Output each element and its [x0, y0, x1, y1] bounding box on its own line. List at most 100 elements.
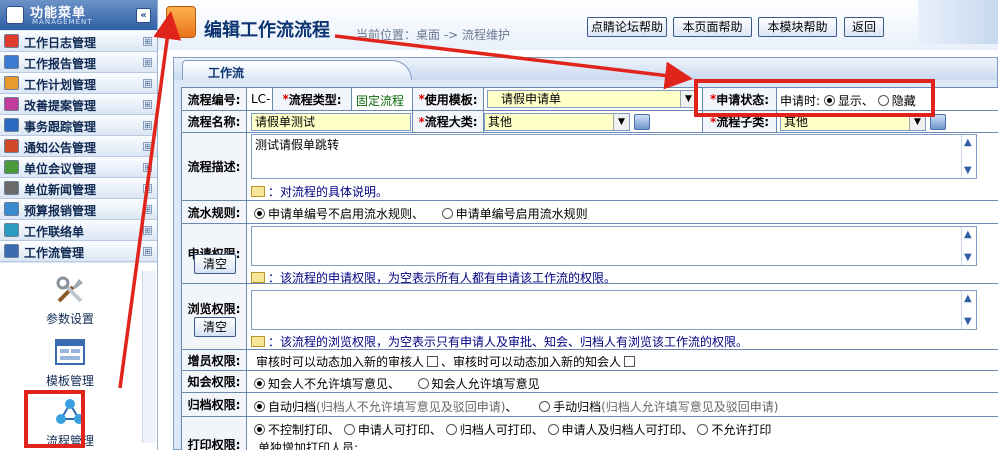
textarea-scrollbar[interactable]: ▲ ▼ [961, 135, 976, 178]
textarea-scrollbar[interactable]: ▲ ▼ [961, 227, 976, 265]
code-value: LC- [251, 92, 271, 106]
add-member-label: 增员权限: [182, 350, 247, 370]
archive-options: 自动归档(归档人不允许填写意见及驳回申请)、 手动归档(归档人允许填写意见及驳回… [254, 398, 778, 415]
book-icon [251, 272, 265, 283]
sidebar-header: 功能菜单 MANAGEMENT « [0, 0, 157, 30]
serial-label: 流水规则: [182, 201, 247, 223]
sidebar-item-label: 改善提案管理 [24, 99, 97, 113]
tab-label: 工作流 [208, 66, 245, 80]
tool-template-management[interactable]: 模板管理 [20, 337, 120, 389]
sidebar-item-label: 工作日志管理 [24, 36, 97, 50]
type-label: * 流程类型: [272, 88, 352, 110]
print-archiver-label: 归档人可打印、 [459, 423, 544, 437]
add-member-options: 审核时可以动态加入新的审核人 、审核时可以动态加入新的知会人 [256, 353, 638, 370]
category-select[interactable]: 其他 ▼ [484, 113, 630, 131]
annotation-box-flow-management [24, 390, 85, 448]
expand-icon[interactable]: ⊞ [143, 247, 152, 256]
sidebar-item-8[interactable]: 预算报销管理 ⊞ [0, 199, 157, 220]
dictionary-edit-icon[interactable] [634, 114, 650, 130]
expand-icon[interactable]: ⊞ [143, 142, 152, 151]
sidebar-item-label: 单位会议管理 [24, 162, 97, 176]
chevron-down-icon[interactable]: ▼ [613, 114, 629, 130]
sidebar-item-2[interactable]: 工作计划管理 ⊞ [0, 73, 157, 94]
tracking-icon [4, 118, 19, 132]
print-archiver-radio[interactable] [445, 424, 457, 435]
page-help-button[interactable]: 本页面帮助 [673, 17, 752, 37]
forum-help-button[interactable]: 点睛论坛帮助 [587, 17, 667, 37]
textarea-scrollbar[interactable]: ▲ ▼ [961, 291, 976, 329]
type-value: 固定流程 [356, 94, 405, 108]
expand-icon[interactable]: ⊞ [143, 121, 152, 130]
sidebar-item-0[interactable]: 工作日志管理 ⊞ [0, 31, 157, 52]
view-clear-button[interactable]: 清空 [194, 317, 236, 337]
serial-options: 申请单编号不启用流水规则、 申请单编号启用流水规则 [254, 205, 588, 222]
subcategory-selected: 其他 [784, 115, 809, 129]
module-help-button[interactable]: 本模块帮助 [758, 17, 837, 37]
archive-auto-label: 自动归档 [268, 400, 317, 414]
tab-workflow[interactable]: 工作流 [182, 60, 412, 80]
add-notifier-label: 、审核时可以动态加入新的知会人 [441, 355, 622, 369]
add-reviewer-checkbox[interactable] [427, 356, 439, 367]
workflow-icon [4, 244, 19, 258]
expand-icon[interactable]: ⊞ [143, 79, 152, 88]
serial-on-radio[interactable] [441, 208, 453, 219]
template-label: * 使用模板: [412, 88, 484, 110]
apply-permission-textarea[interactable]: ▲ ▼ [251, 226, 977, 266]
expand-icon[interactable]: ⊞ [143, 58, 152, 67]
sidebar-item-3[interactable]: 改善提案管理 ⊞ [0, 94, 157, 115]
book-icon [251, 186, 265, 197]
template-select[interactable]: 请假申请单 ▼ [487, 90, 697, 108]
notify-opinion-radio[interactable] [417, 378, 429, 389]
expand-icon[interactable]: ⊞ [143, 100, 152, 109]
apply-clear-button[interactable]: 清空 [194, 254, 236, 274]
description-hint: ：对流程的具体说明。 [251, 183, 388, 200]
page-title: 编辑工作流流程 [204, 20, 330, 41]
print-applicant-radio[interactable] [343, 424, 355, 435]
print-none-radio[interactable] [697, 424, 709, 435]
back-button[interactable]: 返回 [844, 17, 884, 37]
sidebar-item-9[interactable]: 工作联络单 ⊞ [0, 220, 157, 241]
print-extra-label: 单独增加打印人员: [258, 441, 359, 450]
workflow-form: 流程编号: LC- * 流程类型: 固定流程 * 使用模板: 请假申请单 ▼ * 申请状… [181, 87, 998, 450]
form-row-add-member: 增员权限: 审核时可以动态加入新的审核人 、审核时可以动态加入新的知会人 [182, 350, 998, 371]
serial-on-label: 申请单编号启用流水规则 [455, 207, 588, 221]
view-permission-textarea[interactable]: ▲ ▼ [251, 290, 977, 330]
sidebar-item-4[interactable]: 事务跟踪管理 ⊞ [0, 115, 157, 136]
print-no-control-radio[interactable] [254, 424, 265, 435]
archive-manual-radio[interactable] [539, 401, 551, 412]
expand-icon[interactable]: ⊞ [143, 163, 152, 172]
sidebar-item-label: 工作报告管理 [24, 57, 97, 71]
menu-logo-icon [6, 6, 24, 24]
sidebar-item-7[interactable]: 单位新闻管理 ⊞ [0, 178, 157, 199]
tool-parameter-settings[interactable]: 参数设置 [20, 275, 120, 327]
archive-auto-radio[interactable] [254, 401, 265, 412]
sidebar-item-6[interactable]: 单位会议管理 ⊞ [0, 157, 157, 178]
serial-off-radio[interactable] [254, 208, 265, 219]
sidebar: 功能菜单 MANAGEMENT « 工作日志管理 ⊞ 工作报告管理 ⊞ 工作计划管理 ⊞ 改… [0, 0, 158, 450]
notify-no-opinion-radio[interactable] [254, 378, 265, 389]
expand-icon[interactable]: ⊞ [143, 226, 152, 235]
print-no-control-label: 不控制打印、 [268, 423, 341, 437]
sidebar-item-1[interactable]: 工作报告管理 ⊞ [0, 52, 157, 73]
category-label: * 流程大类: [412, 111, 484, 132]
budget-icon [4, 202, 19, 216]
template-window-icon [55, 339, 85, 365]
expand-icon[interactable]: ⊞ [143, 37, 152, 46]
form-row-description: 流程描述: 测试请假单跳转 ▲ ▼ ：对流程的具体说明。 [182, 133, 998, 201]
submenu-scrollbar[interactable] [142, 271, 156, 443]
print-both-radio[interactable] [547, 424, 559, 435]
sidebar-item-10[interactable]: 工作流管理 ⊞ [0, 241, 157, 262]
workflow-edit-icon [166, 6, 196, 38]
proposal-icon [4, 97, 19, 111]
expand-icon[interactable]: ⊞ [143, 205, 152, 214]
sidebar-item-5[interactable]: 通知公告管理 ⊞ [0, 136, 157, 157]
expand-icon[interactable]: ⊞ [143, 184, 152, 193]
name-input[interactable]: 请假单测试 [251, 113, 411, 131]
description-textarea[interactable]: 测试请假单跳转 ▲ ▼ [251, 134, 977, 179]
report-chart-icon [4, 55, 19, 69]
name-label: 流程名称: [182, 111, 247, 132]
template-selected: 请假申请单 [501, 92, 562, 106]
add-notifier-checkbox[interactable] [624, 356, 636, 367]
archive-auto-note: (归档人不允许填写意见及驳回申请) [316, 400, 506, 414]
collapse-sidebar-button[interactable]: « [136, 8, 151, 23]
